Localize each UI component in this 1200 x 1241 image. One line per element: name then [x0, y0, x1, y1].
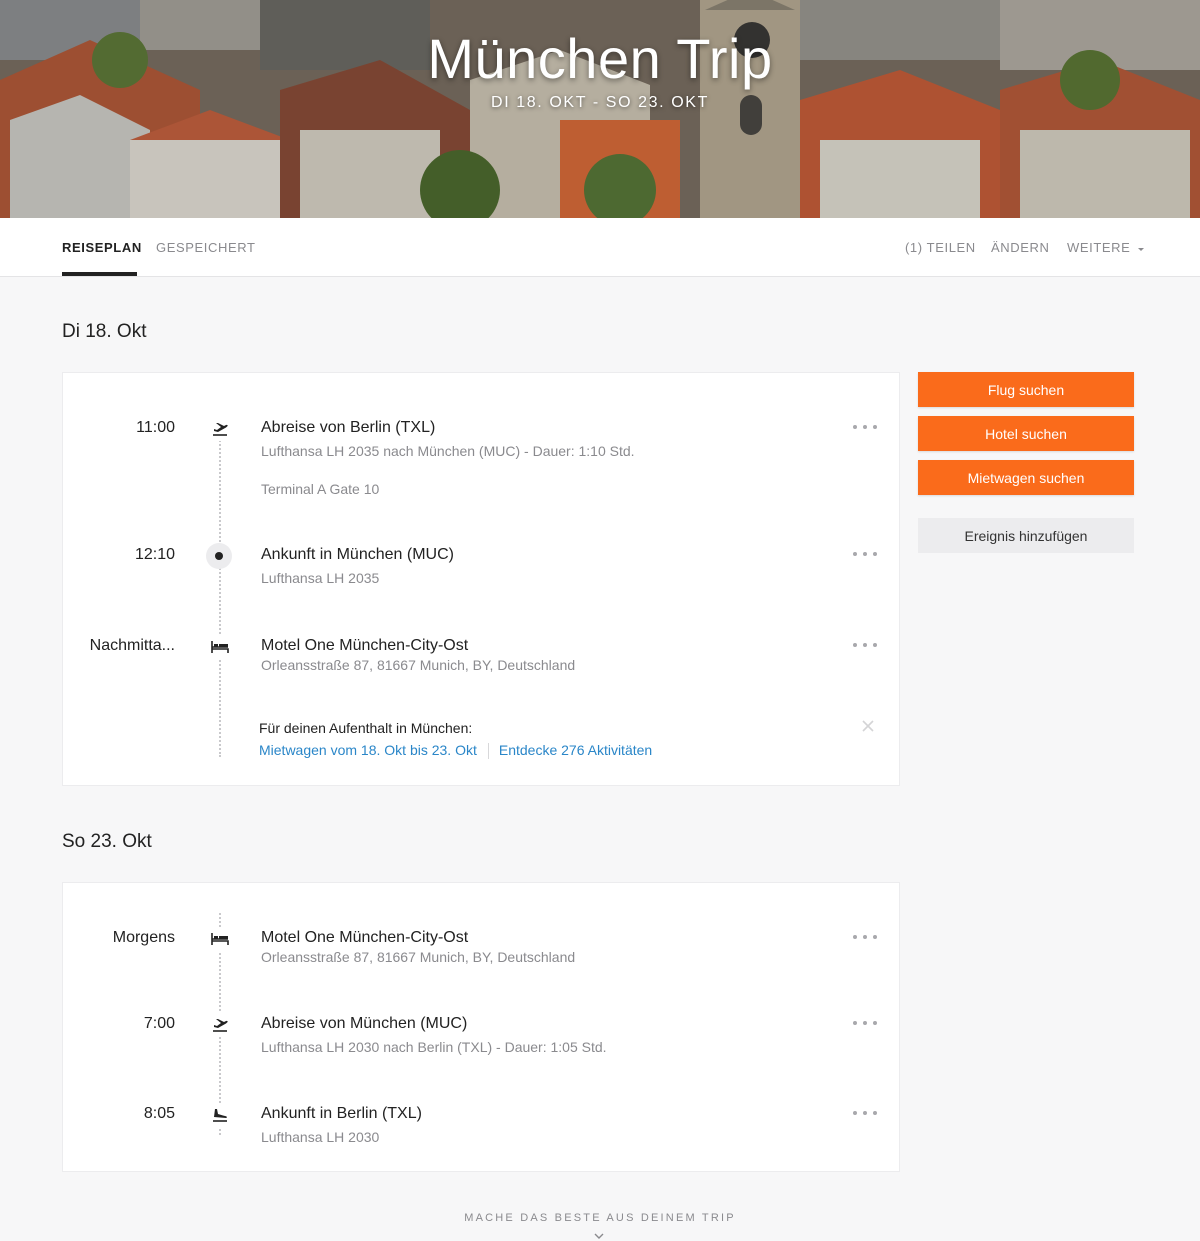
day-card: Morgens Motel One München-City-Ost Orlea… — [62, 882, 900, 1172]
close-icon[interactable] — [860, 718, 876, 734]
event-title[interactable]: Ankunft in München (MUC) — [261, 546, 454, 564]
active-tab-indicator — [62, 272, 137, 276]
more-options-icon[interactable] — [853, 546, 877, 562]
event-time: 8:05 — [143, 1105, 175, 1122]
day-heading: Di 18. Okt — [62, 321, 147, 342]
search-flight-button[interactable]: Flug suchen — [918, 372, 1134, 407]
trip-tabbar: REISEPLAN GESPEICHERT (1) TEILEN ÄNDERN … — [0, 218, 1200, 277]
day-card: 11:00 Abreise von Berlin (TXL) Lufthansa… — [62, 372, 900, 786]
bed-icon — [206, 635, 234, 659]
stay-suggestions: Für deinen Aufenthalt in München: Mietwa… — [259, 718, 879, 760]
activities-link[interactable]: Entdecke 276 Aktivitäten — [499, 742, 652, 758]
more-options-icon[interactable] — [853, 929, 877, 945]
event-time: 12:10 — [134, 546, 175, 563]
more-menu-button[interactable]: WEITERE — [1067, 240, 1145, 255]
day-heading: So 23. Okt — [62, 831, 152, 852]
bed-icon — [206, 927, 234, 951]
event-subtitle: Lufthansa LH 2035 — [261, 570, 380, 586]
tab-reiseplan[interactable]: REISEPLAN — [62, 240, 142, 255]
chevron-down-icon[interactable] — [594, 1232, 604, 1240]
share-button[interactable]: (1) TEILEN — [905, 240, 976, 255]
car-rental-link[interactable]: Mietwagen vom 18. Okt bis 23. Okt — [259, 742, 477, 758]
event-title[interactable]: Motel One München-City-Ost — [261, 637, 468, 655]
event-title[interactable]: Abreise von Berlin (TXL) — [261, 419, 435, 437]
more-menu-label: WEITERE — [1067, 240, 1131, 255]
link-divider — [487, 743, 489, 760]
more-options-icon[interactable] — [853, 1105, 877, 1121]
event-title[interactable]: Motel One München-City-Ost — [261, 929, 468, 947]
event-subtitle: Lufthansa LH 2030 — [261, 1129, 380, 1145]
arrival-dot-icon — [206, 543, 232, 569]
more-options-icon[interactable] — [853, 1015, 877, 1031]
caret-down-icon — [1137, 247, 1144, 251]
search-hotel-button[interactable]: Hotel suchen — [918, 416, 1134, 451]
event-time: Nachmitta... — [89, 637, 175, 654]
event-subtitle: Lufthansa LH 2035 nach München (MUC) - D… — [261, 443, 635, 459]
event-time: 11:00 — [136, 419, 175, 436]
make-the-most-cta[interactable]: MACHE DAS BESTE AUS DEINEM TRIP — [0, 1212, 1200, 1224]
timeline-line — [219, 425, 221, 757]
add-event-button[interactable]: Ereignis hinzufügen — [918, 518, 1134, 553]
event-subtitle: Lufthansa LH 2030 nach Berlin (TXL) - Da… — [261, 1039, 607, 1055]
more-options-icon[interactable] — [853, 419, 877, 435]
stay-links: Mietwagen vom 18. Okt bis 23. Okt Entdeck… — [259, 742, 652, 760]
event-subtitle: Orleansstraße 87, 81667 Munich, BY, Deut… — [261, 657, 576, 673]
event-title[interactable]: Ankunft in Berlin (TXL) — [261, 1105, 422, 1123]
plane-takeoff-icon — [206, 417, 234, 441]
trip-dates: DI 18. OKT - SO 23. OKT — [491, 94, 709, 111]
tab-gespeichert[interactable]: GESPEICHERT — [156, 240, 256, 255]
hero-banner: München Trip DI 18. OKT - SO 23. OKT — [0, 0, 1200, 218]
more-options-icon[interactable] — [853, 637, 877, 653]
trip-title: München Trip — [427, 27, 773, 90]
edit-button[interactable]: ÄNDERN — [991, 240, 1050, 255]
plane-landing-icon — [206, 1103, 234, 1127]
event-detail: Terminal A Gate 10 — [261, 481, 380, 497]
event-title[interactable]: Abreise von München (MUC) — [261, 1015, 467, 1033]
plane-takeoff-icon — [206, 1013, 234, 1037]
search-car-button[interactable]: Mietwagen suchen — [918, 460, 1134, 495]
event-time: 7:00 — [143, 1015, 175, 1032]
event-subtitle: Orleansstraße 87, 81667 Munich, BY, Deut… — [261, 949, 576, 965]
event-time: Morgens — [112, 929, 175, 946]
stay-label: Für deinen Aufenthalt in München: — [259, 720, 473, 736]
